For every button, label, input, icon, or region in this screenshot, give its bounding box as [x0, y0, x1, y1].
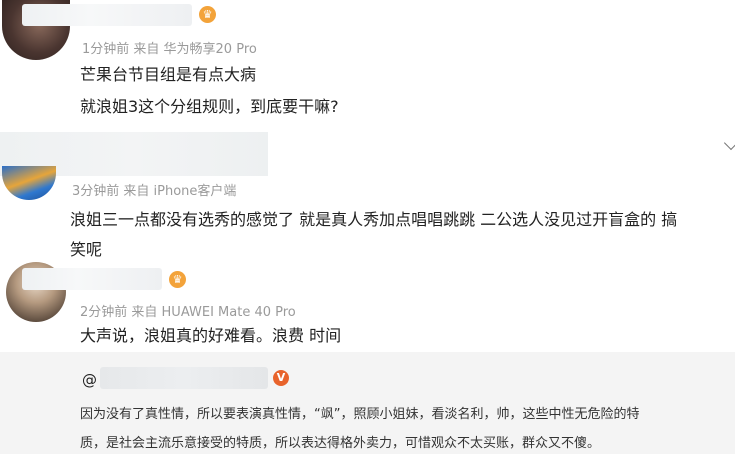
reply-text: 因为没有了真性情，所以要表演真性情，“飒”，照顾小姐妹，看淡名利，帅，这些中性无…: [80, 407, 640, 422]
comment-text: 就浪姐3这个分组规则，到底要干嘛?: [80, 97, 339, 116]
reply-mention: @: [82, 371, 97, 389]
username-redacted[interactable]: [100, 367, 268, 389]
chevron-down-icon[interactable]: [723, 135, 735, 151]
comment-text: 浪姐三一点都没有选秀的感觉了 就是真人秀加点唱唱跳跳 二公选人没见过开盲盒的 搞: [70, 210, 678, 229]
comment-meta: 2分钟前 来自 HUAWEI Mate 40 Pro: [80, 305, 296, 320]
username-redacted[interactable]: [22, 4, 192, 26]
membership-badge-icon: ♛: [199, 6, 216, 23]
avatar[interactable]: [2, 166, 56, 200]
comment-meta: 3分钟前 来自 iPhone客户端: [72, 184, 237, 199]
membership-badge-icon: ♛: [169, 271, 186, 288]
reply-text: 质，是社会主流乐意接受的特质，所以表达得格外卖力，可惜观众不太买账，群众又不傻。: [80, 436, 601, 451]
verified-v-icon: V: [273, 370, 289, 386]
comment-text: 大声说，浪姐真的好难看。浪费 时间: [80, 326, 342, 345]
comment-meta: 1分钟前 来自 华为畅享20 Pro: [82, 42, 257, 57]
comment-text: 笑呢: [70, 240, 103, 259]
comment-text: 芒果台节目组是有点大病: [80, 65, 257, 84]
username-redacted[interactable]: [22, 268, 162, 290]
